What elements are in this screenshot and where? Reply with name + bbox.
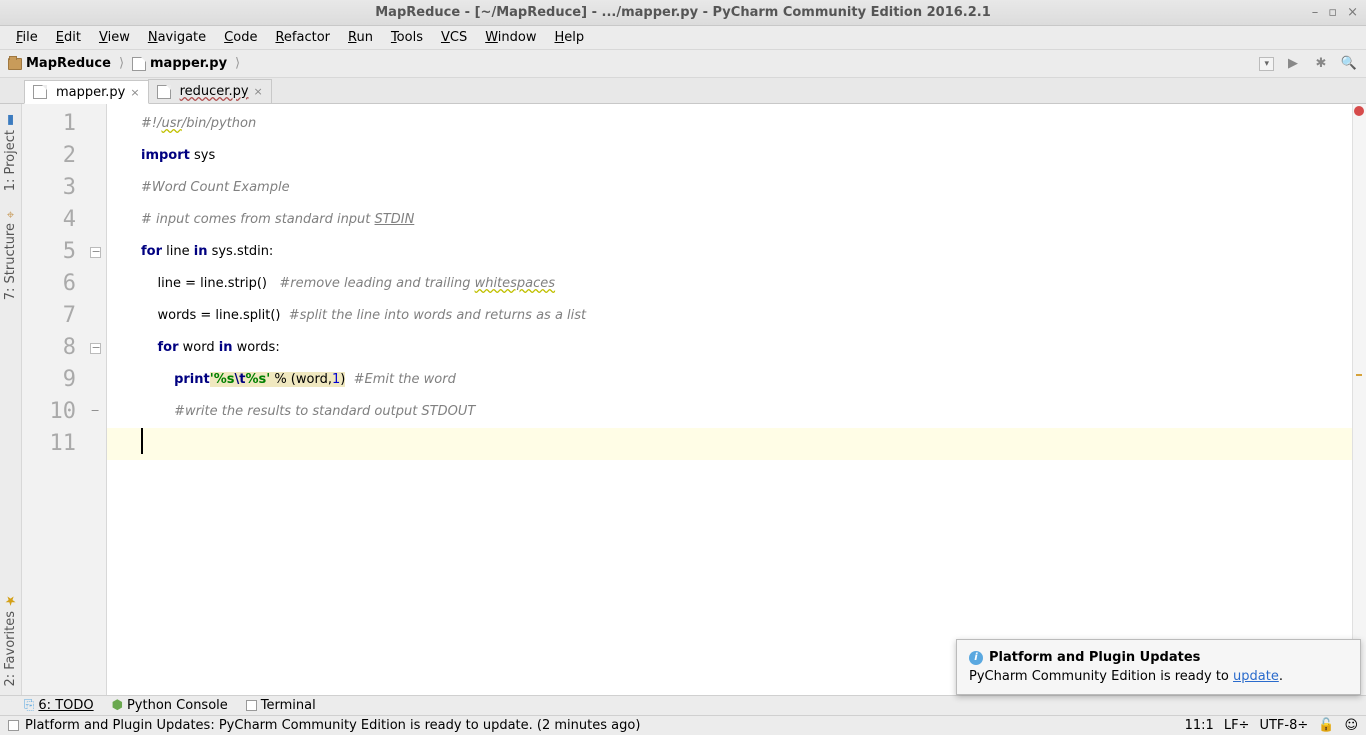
menu-file[interactable]: File [8, 28, 46, 47]
breadcrumb-project[interactable]: MapReduce [8, 56, 111, 71]
fold-toggle-icon[interactable] [90, 343, 101, 354]
python-file-icon [157, 85, 171, 99]
menu-window[interactable]: Window [477, 28, 544, 47]
menu-tools[interactable]: Tools [383, 28, 431, 47]
status-message: Platform and Plugin Updates: PyCharm Com… [25, 718, 640, 733]
line-numbers: 1234567891011 [22, 104, 84, 460]
menu-run[interactable]: Run [340, 28, 381, 47]
close-tab-icon[interactable]: × [130, 86, 139, 99]
tool-python-console[interactable]: ⬢Python Console [112, 698, 228, 713]
tool-favorites[interactable]: 2: Favorites★ [3, 593, 18, 687]
terminal-icon [246, 700, 257, 711]
tool-todo[interactable]: ⎘6: TODO [24, 698, 94, 713]
code-area[interactable]: #!/usr/bin/python import sys #Word Count… [107, 104, 1352, 463]
tab-mapper[interactable]: mapper.py× [24, 80, 149, 104]
folder-icon [8, 58, 22, 70]
menu-refactor[interactable]: Refactor [267, 28, 338, 47]
close-icon[interactable]: × [1347, 5, 1358, 20]
info-icon: i [969, 651, 983, 665]
editor-gutter: 1234567891011 [22, 104, 107, 695]
title-bar: MapReduce - [~/MapReduce] - .../mapper.p… [0, 0, 1366, 26]
run-button[interactable]: ▶ [1284, 56, 1302, 72]
window-title: MapReduce - [~/MapReduce] - .../mapper.p… [375, 5, 991, 20]
error-indicator-icon[interactable] [1354, 106, 1364, 116]
fold-toggle-icon[interactable] [90, 247, 101, 258]
menu-view[interactable]: View [91, 28, 138, 47]
menu-edit[interactable]: Edit [48, 28, 89, 47]
close-tab-icon[interactable]: × [254, 85, 263, 98]
fold-markers [84, 104, 106, 460]
lock-icon[interactable]: 🔓 [1318, 718, 1334, 733]
editor[interactable]: 1234567891011 #!/usr/bin/python import s… [22, 104, 1366, 695]
menu-bar: File Edit View Navigate Code Refactor Ru… [0, 26, 1366, 50]
breadcrumb-separator: ⟩ [119, 56, 124, 71]
tool-structure[interactable]: 7: Structure⌖ [3, 207, 18, 300]
update-link[interactable]: update [1233, 669, 1279, 684]
menu-code[interactable]: Code [216, 28, 265, 47]
window-controls: – ▫ × [1312, 5, 1358, 20]
editor-tabs: mapper.py× reducer.py× [0, 78, 1366, 104]
tool-project[interactable]: 1: Project▮ [3, 112, 18, 191]
warning-mark[interactable] [1356, 374, 1362, 376]
notification-body: PyCharm Community Edition is ready to up… [969, 669, 1348, 684]
minimize-icon[interactable]: – [1312, 5, 1319, 20]
python-file-icon [33, 85, 47, 99]
line-separator[interactable]: LF÷ [1224, 718, 1250, 733]
run-config-selector[interactable]: ▾ [1259, 57, 1274, 71]
breadcrumb-file[interactable]: mapper.py [132, 56, 227, 71]
search-button[interactable]: 🔍 [1340, 56, 1358, 72]
hector-icon[interactable]: ☺ [1344, 718, 1358, 733]
cursor-position[interactable]: 11:1 [1185, 718, 1214, 733]
encoding[interactable]: UTF-8÷ [1259, 718, 1308, 733]
tool-terminal[interactable]: Terminal [246, 698, 316, 713]
python-file-icon [132, 57, 146, 71]
navigation-bar: MapReduce ⟩ mapper.py ⟩ ▾ ▶ ✱ 🔍 [0, 50, 1366, 78]
bottom-tool-strip: ⎘6: TODO ⬢Python Console Terminal [0, 695, 1366, 715]
notification-balloon[interactable]: i Platform and Plugin Updates PyCharm Com… [956, 639, 1361, 695]
status-icon[interactable] [8, 720, 19, 731]
error-stripe[interactable] [1352, 104, 1366, 695]
menu-navigate[interactable]: Navigate [140, 28, 214, 47]
menu-vcs[interactable]: VCS [433, 28, 475, 47]
maximize-icon[interactable]: ▫ [1328, 5, 1337, 20]
debug-button[interactable]: ✱ [1312, 56, 1330, 72]
notification-title: Platform and Plugin Updates [989, 650, 1200, 665]
tab-reducer[interactable]: reducer.py× [148, 79, 272, 103]
breadcrumb-separator: ⟩ [235, 56, 240, 71]
menu-help[interactable]: Help [547, 28, 593, 47]
status-bar: Platform and Plugin Updates: PyCharm Com… [0, 715, 1366, 735]
left-tool-strip: 1: Project▮ 7: Structure⌖ 2: Favorites★ [0, 104, 22, 695]
